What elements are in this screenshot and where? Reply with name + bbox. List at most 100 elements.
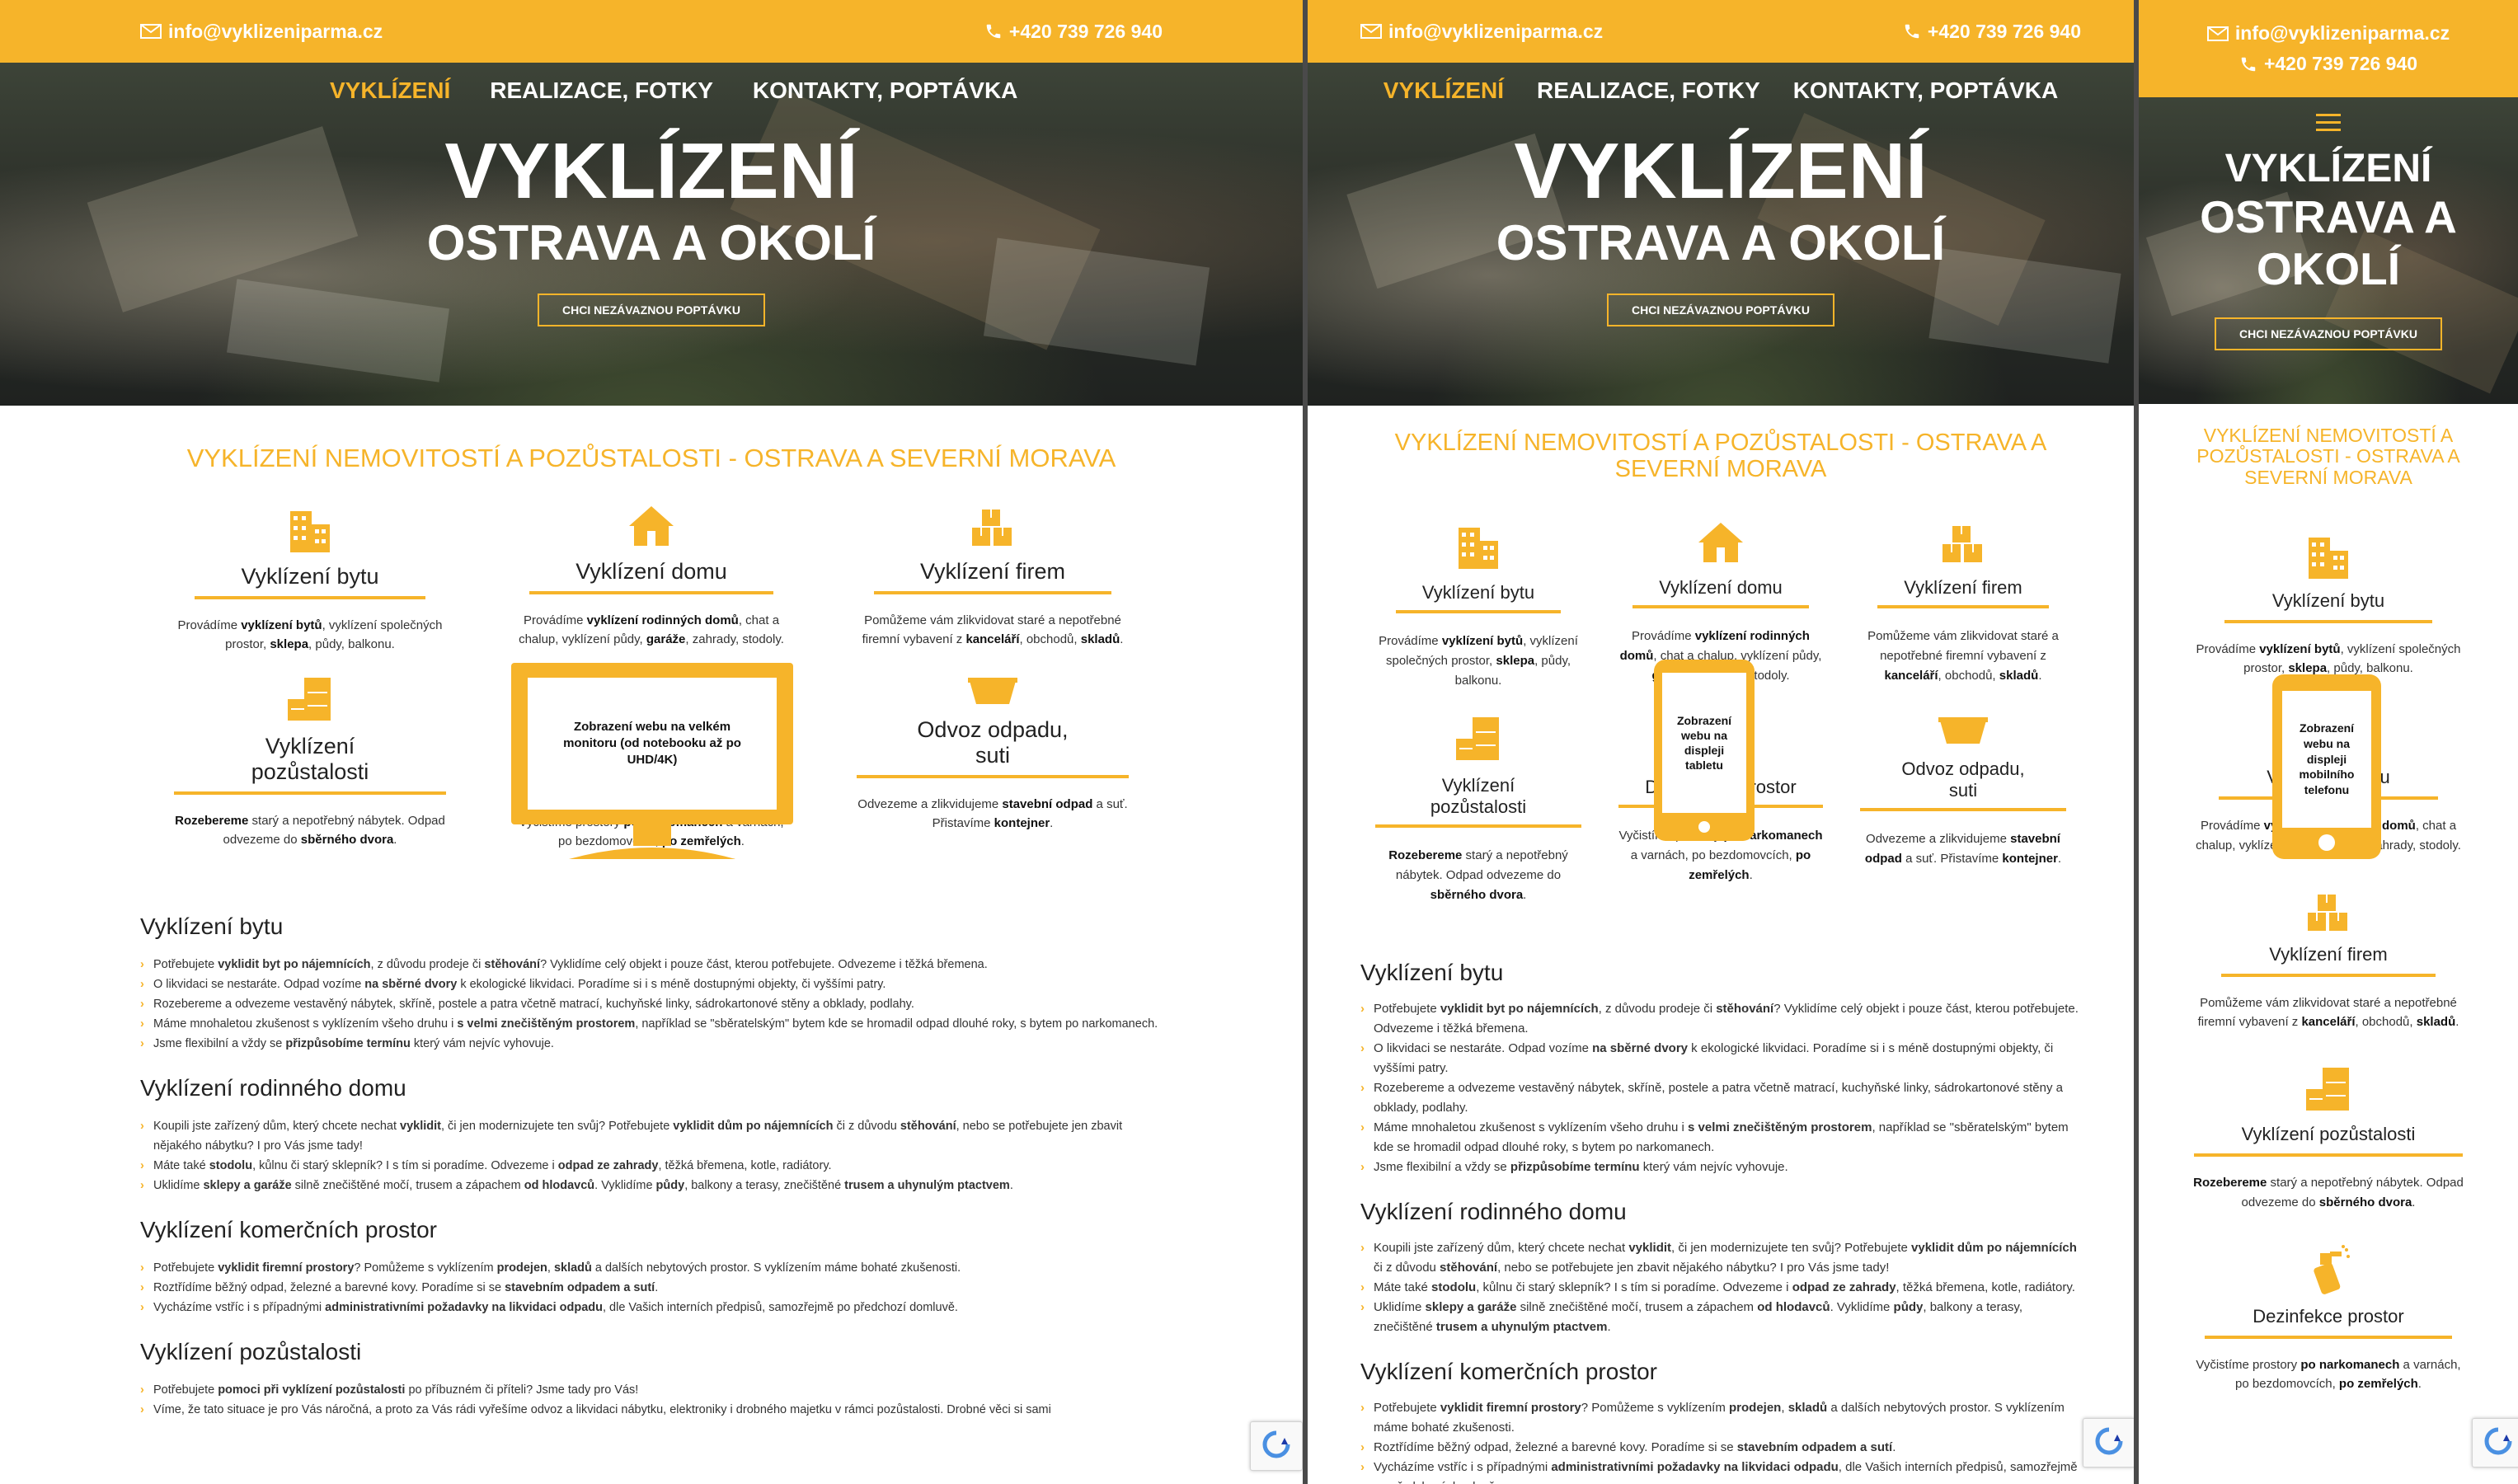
hero-banner: VYKLÍZENÍ REALIZACE, FOTKY KONTAKTY, POP… (1308, 63, 2134, 406)
email-link[interactable]: info@vyklizeniparma.cz (140, 21, 383, 43)
list-item: Jsme flexibilní a vždy se přizpůsobíme t… (1360, 1158, 2081, 1177)
list-item: Vycházíme vstříc i s případnými administ… (1360, 1458, 2081, 1484)
list-item: Potřebujete vyklidit firemní prostory? P… (1360, 1398, 2081, 1438)
content-heading: Vyklízení bytu (140, 913, 284, 939)
services-list: Vyklízení bytu Provádíme vyklízení bytů, … (2139, 529, 2518, 1394)
nav-item-kontakty[interactable]: KONTAKTY, POPTÁVKA (753, 77, 1018, 104)
monitor-overlay: Zobrazení webu na velkém monitoru (od no… (511, 663, 793, 869)
building-icon (2139, 529, 2518, 580)
service-description: Odvezeme a zlikvidujeme stavební odpad a… (857, 796, 1128, 830)
phone-link[interactable]: +420 739 726 940 (1903, 21, 2081, 43)
tablet-view: info@vyklizeniparma.cz +420 739 726 940 … (1308, 0, 2134, 1484)
service-name: Vyklízení pozůstalosti (174, 734, 446, 795)
service-card: Vyklízení pozůstalosti Rozebereme starý a… (1375, 714, 1581, 905)
recaptcha-badge[interactable] (1250, 1421, 1303, 1471)
service-card: Odvoz odpadu, suti Odvezeme a zlikvidujem… (857, 674, 1129, 852)
service-name: Dezinfekce prostor (2205, 1306, 2452, 1339)
recaptcha-icon (2484, 1427, 2512, 1455)
service-description: Provádíme vyklízení bytů, vyklízení spol… (1379, 633, 1578, 688)
hero-title: VYKLÍZENÍ (444, 127, 858, 215)
service-description: Pomůžeme vám zlikvidovat staré a nepotře… (862, 613, 1124, 647)
list-item: Jsme flexibilní a vždy se přizpůsobíme t… (140, 1034, 1163, 1054)
service-name: Vyklízení firem (2221, 944, 2436, 977)
nav-item-kontakty[interactable]: KONTAKTY, POPTÁVKA (1793, 77, 2059, 104)
phone-link[interactable]: +420 739 726 940 (984, 21, 1163, 43)
service-description: Rozebereme starý a nepotřebný nábytek. O… (1388, 848, 1568, 902)
bin-icon (1860, 714, 2066, 747)
tablet-caption: Zobrazení webu na displeji tabletu (1662, 673, 1746, 813)
cta-button[interactable]: CHCI NEZÁVAZNOU POPTÁVKU (1607, 294, 1834, 326)
content-heading: Vyklízení rodinného domu (1360, 1198, 1627, 1224)
content-list: Potřebujete vyklidit byt po nájemnících,… (140, 955, 1163, 1054)
house-icon (1618, 519, 1824, 566)
nav-item-vyklizeni[interactable]: VYKLÍZENÍ (330, 77, 450, 104)
email-link[interactable]: info@vyklizeniparma.cz (2206, 22, 2450, 45)
recaptcha-badge[interactable] (2083, 1418, 2134, 1468)
hero-subtitle: OSTRAVA A OKOLÍ (2200, 191, 2457, 295)
phone-link[interactable]: +420 739 726 940 (2239, 53, 2417, 75)
desktop-view: info@vyklizeniparma.cz +420 739 726 940 … (0, 0, 1303, 1484)
recaptcha-icon (2095, 1427, 2123, 1455)
envelope-icon (1360, 24, 1382, 39)
service-name: Odvoz odpadu, suti (857, 717, 1129, 778)
service-description: Pomůžeme vám zlikvidovat staré a nepotře… (1867, 628, 2059, 683)
hero-banner: VYKLÍZENÍ OSTRAVA A OKOLÍ CHCI NEZÁVAZNO… (2139, 97, 2518, 404)
content-list: Potřebujete pomoci při vyklízení pozůsta… (140, 1380, 1163, 1420)
list-item: Máte také stodolu, kůlnu či starý sklepn… (140, 1156, 1163, 1176)
building-icon (1375, 519, 1581, 571)
list-item: Potřebujete vyklidit byt po nájemnících,… (1360, 999, 2081, 1039)
service-card: Odvoz odpadu, suti Odvezeme a zlikvidujem… (1860, 714, 2066, 905)
list-item: Uklidíme sklepy a garáže silně znečištěn… (1360, 1298, 2081, 1337)
cta-button[interactable]: CHCI NEZÁVAZNOU POPTÁVKU (538, 294, 765, 326)
service-name: Vyklízení pozůstalosti (2193, 1124, 2464, 1158)
bin-icon (857, 674, 1129, 707)
service-name: Vyklízení pozůstalosti (1375, 775, 1581, 828)
email-link[interactable]: info@vyklizeniparma.cz (1360, 21, 1603, 43)
phone-icon (2241, 57, 2256, 71)
phone-overlay: Zobrazení webu na displeji mobilního tel… (2272, 674, 2381, 859)
list-item: Vycházíme vstříc i s případnými administ… (140, 1298, 1163, 1317)
recaptcha-badge[interactable] (2472, 1418, 2518, 1468)
monitor-caption: Zobrazení webu na velkém monitoru (od no… (528, 678, 777, 810)
envelope-icon (2206, 26, 2229, 41)
phone-caption: Zobrazení webu na displeji mobilního tel… (2282, 691, 2371, 828)
content-heading: Vyklízení bytu (1360, 959, 1504, 985)
furniture-icon (2139, 1064, 2518, 1114)
service-card: Vyklízení domu Provádíme vyklízení rodinn… (515, 503, 787, 655)
nav-item-realizace[interactable]: REALIZACE, FOTKY (1537, 77, 1760, 104)
section-title: VYKLÍZENÍ NEMOVITOSTÍ A POZŮSTALOSTI - O… (2196, 425, 2460, 488)
service-card: Vyklízení bytu Provádíme vyklízení bytů, … (2139, 529, 2518, 679)
furniture-icon (1375, 714, 1581, 763)
recaptcha-icon (1262, 1430, 1290, 1458)
email-text: info@vyklizeniparma.cz (168, 20, 383, 42)
list-item: Potřebujete vyklidit byt po nájemnících,… (140, 955, 1163, 974)
service-name: Vyklízení bytu (195, 564, 425, 599)
list-item: Rozebereme a odvezeme vestavěný nábytek,… (140, 994, 1163, 1014)
building-icon (174, 503, 446, 554)
list-item: Uklidíme sklepy a garáže silně znečištěn… (140, 1176, 1163, 1195)
list-item: Koupili jste zařízený dům, který chcete … (1360, 1238, 2081, 1278)
top-contact-bar: info@vyklizeniparma.cz +420 739 726 940 (1308, 0, 2134, 63)
service-card: Dezinfekce prostor Vyčistíme prostory po … (2139, 1244, 2518, 1394)
service-description: Odvezeme a zlikvidujeme stavební odpad a… (1864, 831, 2062, 866)
service-card: Vyklízení firem Pomůžeme vám zlikvidovat … (857, 503, 1129, 655)
tablet-overlay: Zobrazení webu na displeji tabletu (1654, 660, 1755, 841)
nav-item-realizace[interactable]: REALIZACE, FOTKY (490, 77, 713, 104)
list-item: Máte také stodolu, kůlnu či starý sklepn… (1360, 1278, 2081, 1298)
list-item: Máme mnohaletou zkušenost s vyklízením v… (1360, 1118, 2081, 1158)
service-name: Vyklízení firem (1877, 577, 2049, 608)
list-item: Potřebujete vyklidit firemní prostory? P… (140, 1258, 1163, 1278)
list-item: O likvidaci se nestaráte. Odpad vozíme n… (140, 974, 1163, 994)
hamburger-menu-icon[interactable] (2316, 114, 2341, 131)
content-list: Potřebujete vyklidit firemní prostory? P… (1360, 1398, 2081, 1484)
service-name: Vyklízení domu (1632, 577, 1809, 608)
cta-button[interactable]: CHCI NEZÁVAZNOU POPTÁVKU (2215, 317, 2442, 350)
service-card: Vyklízení bytu Provádíme vyklízení bytů, … (1375, 519, 1581, 691)
content-list: Potřebujete vyklidit firemní prostory? P… (140, 1258, 1163, 1317)
envelope-icon (140, 24, 162, 39)
content-heading: Vyklízení pozůstalosti (140, 1339, 362, 1364)
service-description: Provádíme vyklízení bytů, vyklízení spol… (177, 618, 443, 652)
nav-item-vyklizeni[interactable]: VYKLÍZENÍ (1383, 77, 1504, 104)
spray-icon (2139, 1244, 2518, 1296)
phone-text: +420 739 726 940 (2263, 53, 2418, 74)
